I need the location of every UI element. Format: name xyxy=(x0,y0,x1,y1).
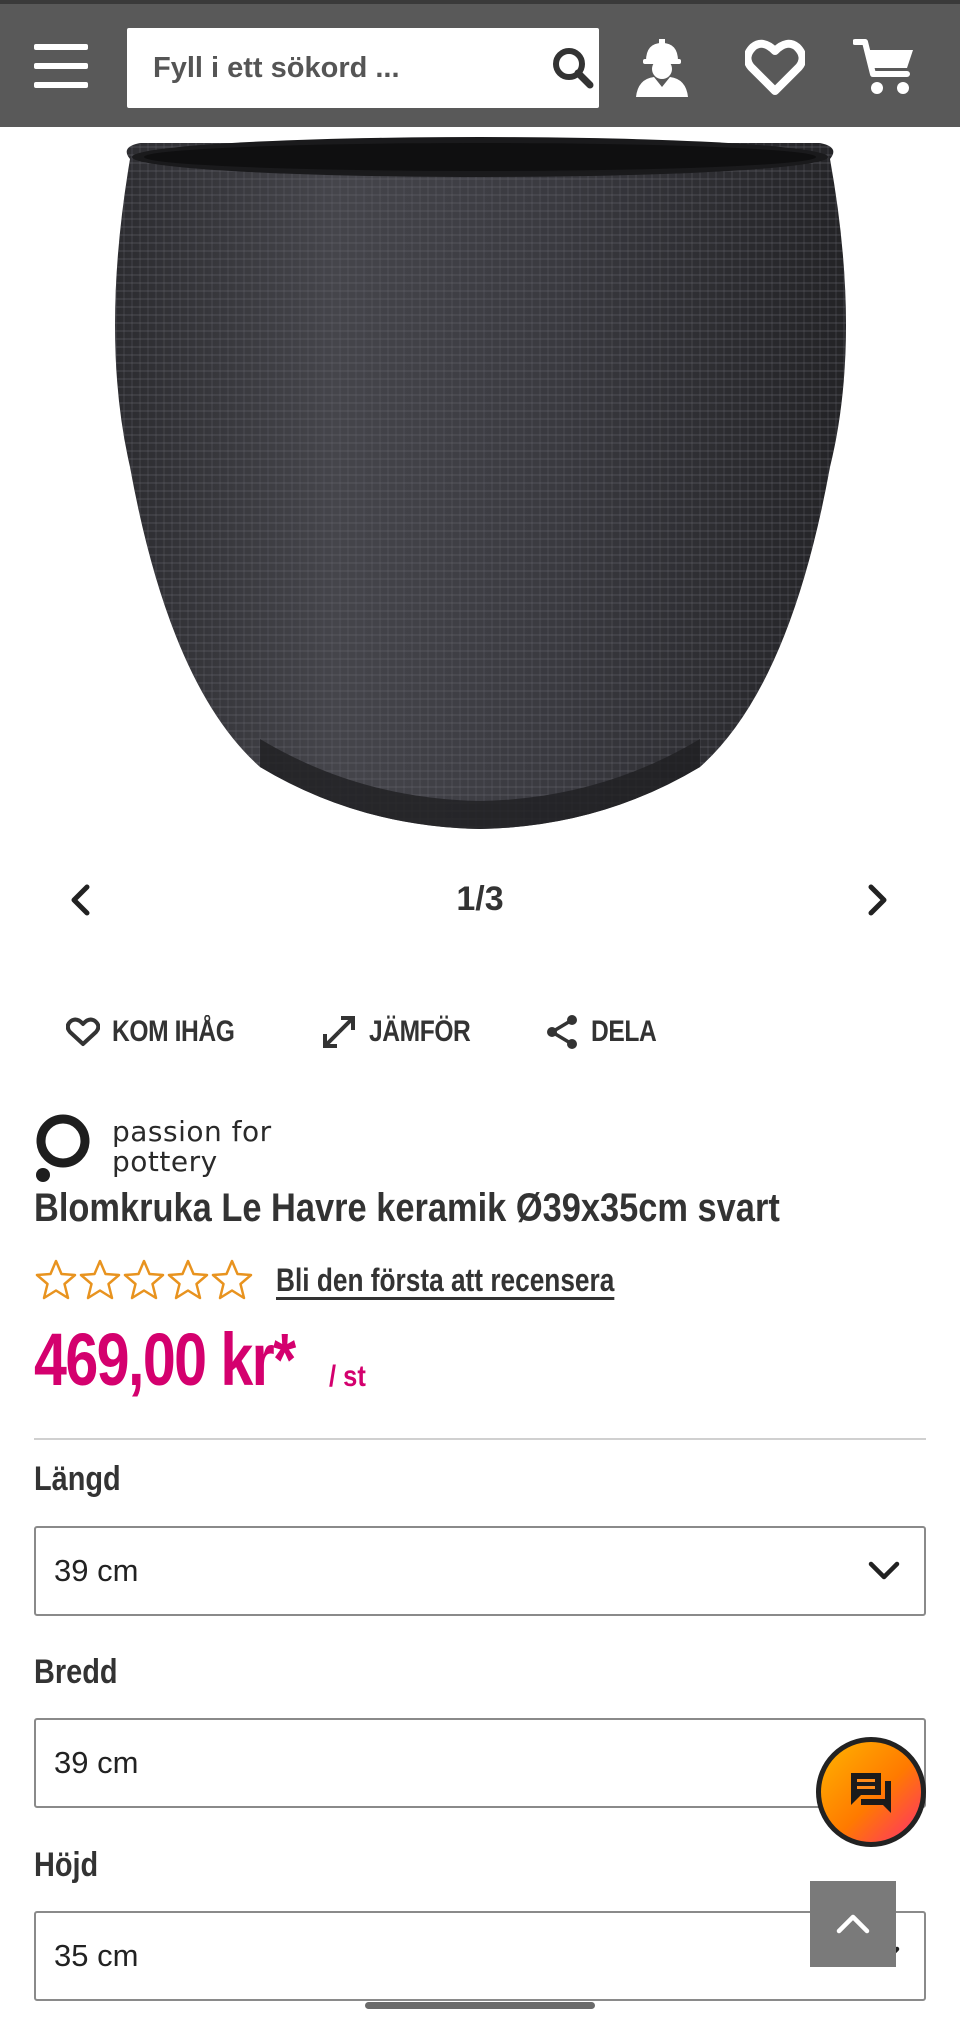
flower-pot-illustration xyxy=(115,137,846,829)
star-icon xyxy=(167,1259,209,1300)
star-icon xyxy=(79,1259,121,1300)
menu-icon[interactable] xyxy=(34,44,88,88)
account-icon[interactable] xyxy=(628,34,696,100)
price-unit: / st xyxy=(329,1360,366,1393)
width-value: 39 cm xyxy=(54,1745,139,1780)
search-input[interactable] xyxy=(127,28,547,108)
chevron-right-icon[interactable] xyxy=(848,870,908,930)
compare-label: JÄMFÖR xyxy=(369,1015,471,1048)
top-header xyxy=(0,0,960,127)
share-icon xyxy=(547,1015,577,1049)
gallery-counter: 1/3 xyxy=(456,880,504,918)
search-icon[interactable] xyxy=(547,28,599,108)
product-title: Blomkruka Le Havre keramik Ø39x35cm svar… xyxy=(34,1186,780,1230)
length-select[interactable]: 39 cm xyxy=(34,1526,926,1616)
chevron-up-icon xyxy=(836,1914,870,1934)
width-label: Bredd xyxy=(34,1653,118,1691)
height-value: 35 cm xyxy=(54,1938,139,1973)
height-label: Höjd xyxy=(34,1846,99,1884)
cart-icon[interactable] xyxy=(852,34,918,100)
star-icon xyxy=(211,1259,253,1300)
brand-logo[interactable]: passion for pottery xyxy=(34,1110,272,1184)
width-select[interactable]: 39 cm xyxy=(34,1718,926,1808)
gallery-navigation: 1/3 xyxy=(0,870,960,930)
rating-stars[interactable] xyxy=(34,1258,254,1302)
chevron-down-icon xyxy=(844,1528,924,1614)
product-image[interactable] xyxy=(0,127,960,840)
product-rating: Bli den första att recensera xyxy=(34,1256,689,1304)
star-icon xyxy=(123,1259,165,1300)
star-icon xyxy=(35,1259,77,1300)
share-button[interactable]: DELA xyxy=(545,1014,671,1050)
compare-icon xyxy=(323,1016,356,1048)
divider xyxy=(34,1438,926,1440)
length-value: 39 cm xyxy=(54,1553,139,1588)
product-actions: KOM IHÅG JÄMFÖR DELA xyxy=(66,1000,735,1064)
brand-logo-text: passion for pottery xyxy=(112,1115,272,1178)
wishlist-heart-icon[interactable] xyxy=(742,34,808,100)
heart-icon xyxy=(66,1017,100,1046)
remember-label: KOM IHÅG xyxy=(112,1015,235,1048)
write-review-link[interactable]: Bli den första att recensera xyxy=(276,1262,614,1299)
search-bar xyxy=(127,28,599,108)
product-price: 469,00 kr* / st xyxy=(34,1318,366,1401)
home-indicator xyxy=(365,2002,595,2009)
price-amount: 469,00 kr* xyxy=(34,1318,296,1401)
share-label: DELA xyxy=(591,1015,657,1048)
brand-logo-mark xyxy=(36,1114,90,1182)
compare-button[interactable]: JÄMFÖR xyxy=(321,1014,493,1050)
remember-button[interactable]: KOM IHÅG xyxy=(66,1015,261,1049)
scroll-to-top-button[interactable] xyxy=(810,1881,896,1967)
chat-button[interactable] xyxy=(816,1737,926,1847)
chat-icon xyxy=(851,1773,891,1813)
height-select[interactable]: 35 cm xyxy=(34,1911,926,2001)
length-label: Längd xyxy=(34,1460,121,1498)
